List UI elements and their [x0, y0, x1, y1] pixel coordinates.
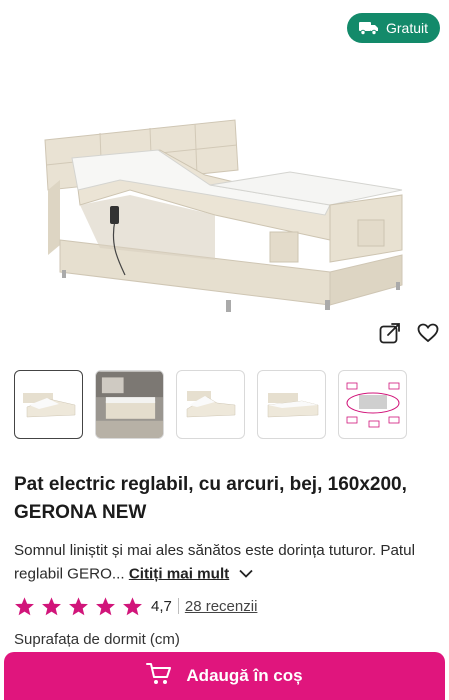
- cart-icon: [146, 662, 172, 691]
- star-icon: [69, 596, 88, 615]
- thumb-bed-diagram[interactable]: [338, 370, 407, 439]
- add-to-cart-button[interactable]: Adaugă în coș: [4, 652, 445, 700]
- product-main-image[interactable]: [0, 0, 449, 362]
- truck-icon: [358, 21, 379, 35]
- add-to-cart-label: Adaugă în coș: [186, 666, 303, 685]
- product-title: Pat electric reglabil, cu arcuri, bej, 1…: [14, 474, 407, 523]
- chevron-down-icon[interactable]: [239, 563, 254, 586]
- badge-label: Gratuit: [385, 20, 428, 36]
- thumb-bed-flat[interactable]: [257, 370, 326, 439]
- sleeping-surface-label: Suprafața de dormit (cm): [14, 631, 180, 648]
- thumbnail-gallery: [14, 370, 407, 439]
- rating-score: 4,7: [151, 597, 172, 615]
- product-description: Somnul liniștit și mai ales sănătos este…: [14, 540, 439, 585]
- star-icon: [123, 596, 142, 615]
- thumb-bed-raised[interactable]: [176, 370, 245, 439]
- heart-icon: [417, 323, 439, 343]
- favorite-button[interactable]: [416, 321, 440, 345]
- star-icon: [42, 596, 61, 615]
- reviews-link[interactable]: 28 recenzii: [185, 598, 258, 615]
- read-more-link[interactable]: Citiți mai mult: [129, 565, 229, 582]
- free-delivery-badge: Gratuit: [347, 13, 440, 43]
- star-icon: [96, 596, 115, 615]
- thumb-bed-main[interactable]: [14, 370, 83, 439]
- rating-divider: [177, 598, 179, 614]
- product-rating[interactable]: 4,7 28 recenzii: [14, 595, 257, 617]
- product-image-area: Gratuit: [0, 0, 449, 362]
- share-icon: [379, 323, 400, 344]
- share-button[interactable]: [378, 321, 402, 345]
- thumb-bed-room[interactable]: [95, 370, 164, 439]
- star-icon: [15, 596, 34, 615]
- rating-stars: [14, 596, 143, 617]
